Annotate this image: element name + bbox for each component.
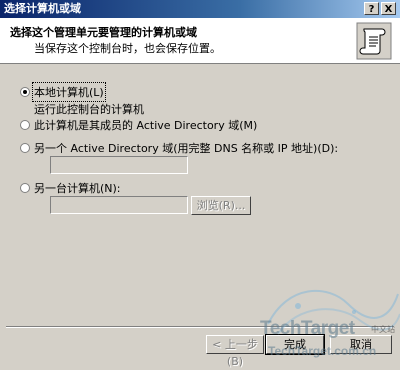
scroll-icon: [356, 22, 392, 60]
title-bar: 选择计算机或域 ? X: [0, 0, 400, 18]
header-title: 选择这个管理单元要管理的计算机或域: [10, 26, 197, 39]
domain-input[interactable]: [50, 156, 188, 174]
another-domain-radio[interactable]: [20, 143, 30, 153]
browse-button[interactable]: 浏览(R)...: [191, 196, 251, 215]
local-computer-label[interactable]: 本地计算机(L): [32, 82, 106, 102]
member-domain-radio[interactable]: [20, 120, 30, 130]
help-button[interactable]: ?: [364, 2, 379, 15]
window-title: 选择计算机或域: [4, 2, 81, 15]
member-domain-label[interactable]: 此计算机是其成员的 Active Directory 域(M): [34, 117, 257, 133]
watermark-url: TechTarget.com.cn: [268, 344, 377, 358]
close-button[interactable]: X: [381, 2, 396, 15]
watermark-cn: 中文站: [371, 325, 395, 334]
local-computer-description: 运行此控制台的计算机: [34, 103, 144, 116]
watermark-brand: TechTarget: [260, 318, 355, 339]
another-computer-label[interactable]: 另一台计算机(N):: [34, 180, 121, 196]
wizard-header: 选择这个管理单元要管理的计算机或域 当保存这个控制台时，也会保存位置。: [0, 18, 400, 64]
another-computer-radio[interactable]: [20, 183, 30, 193]
local-computer-radio[interactable]: [20, 87, 30, 97]
back-button[interactable]: < 上一步(B): [206, 335, 264, 368]
header-subtitle: 当保存这个控制台时，也会保存位置。: [34, 42, 221, 55]
another-domain-label[interactable]: 另一个 Active Directory 域(用完整 DNS 名称或 IP 地址…: [34, 140, 338, 156]
computer-input[interactable]: [50, 196, 188, 214]
